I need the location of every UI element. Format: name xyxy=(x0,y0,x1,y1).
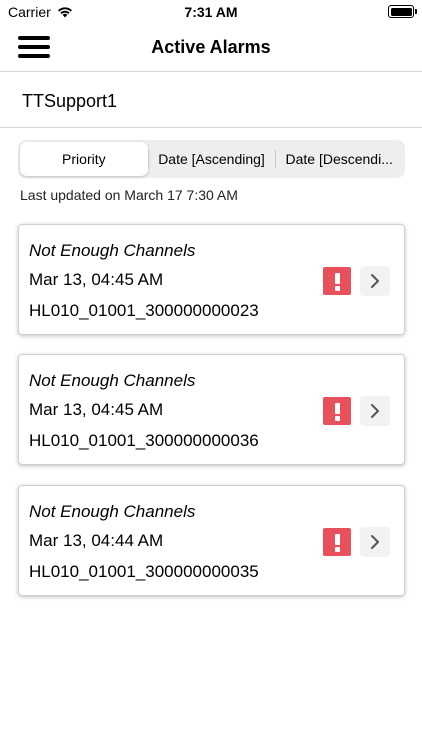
sort-option-date-descending[interactable]: Date [Descendi... xyxy=(275,142,403,176)
alarm-card[interactable]: Not Enough Channels Mar 13, 04:45 AM HL0… xyxy=(18,224,405,335)
page-title: Active Alarms xyxy=(151,37,271,57)
sort-option-label: Date [Ascending] xyxy=(158,151,265,167)
alarm-date: Mar 13, 04:45 AM xyxy=(29,400,164,419)
sort-option-priority[interactable]: Priority xyxy=(20,142,148,176)
sort-option-date-ascending[interactable]: Date [Ascending] xyxy=(147,142,276,176)
alarm-type: Not Enough Channels xyxy=(29,241,196,260)
chevron-right-icon[interactable] xyxy=(360,266,390,296)
status-bar: Carrier 7:31 AM xyxy=(0,0,422,24)
alarm-date: Mar 13, 04:44 AM xyxy=(29,531,164,550)
alarm-card[interactable]: Not Enough Channels Mar 13, 04:45 AM HL0… xyxy=(18,354,405,465)
alarm-type: Not Enough Channels xyxy=(29,371,196,390)
alarm-type: Not Enough Channels xyxy=(29,502,196,521)
alarm-date: Mar 13, 04:45 AM xyxy=(29,270,164,289)
alarm-id: HL010_01001_300000000035 xyxy=(29,562,259,581)
chevron-right-icon[interactable] xyxy=(360,396,390,426)
battery-icon xyxy=(388,5,417,18)
critical-alert-icon xyxy=(323,397,351,425)
alarm-id: HL010_01001_300000000023 xyxy=(29,301,259,320)
chevron-right-icon[interactable] xyxy=(360,527,390,557)
critical-alert-icon xyxy=(323,528,351,556)
critical-alert-icon xyxy=(323,267,351,295)
sort-option-label: Priority xyxy=(62,151,106,167)
alarm-card[interactable]: Not Enough Channels Mar 13, 04:44 AM HL0… xyxy=(18,485,405,596)
account-row: TTSupport1 xyxy=(0,73,422,128)
account-name: TTSupport1 xyxy=(22,91,118,111)
last-updated-text: Last updated on March 17 7:30 AM xyxy=(20,187,238,203)
navigation-bar: Active Alarms xyxy=(0,24,422,72)
status-time: 7:31 AM xyxy=(184,4,238,20)
sort-segmented-control: Priority Date [Ascending] Date [Descendi… xyxy=(18,140,405,178)
alarm-id: HL010_01001_300000000036 xyxy=(29,431,259,450)
sort-option-label: Date [Descendi... xyxy=(285,151,393,167)
